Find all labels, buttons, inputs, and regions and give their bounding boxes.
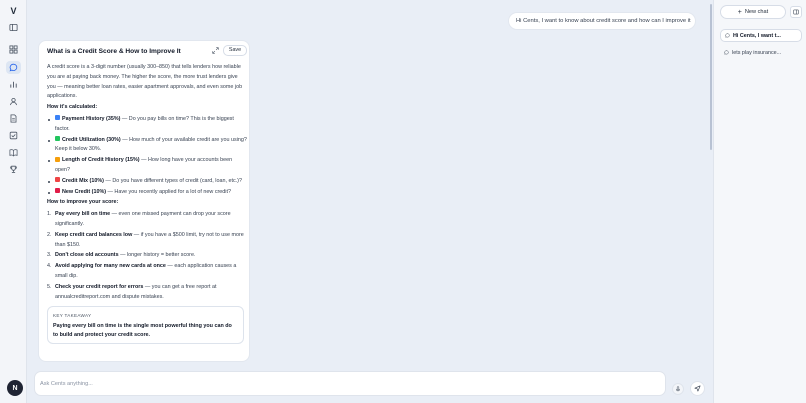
message-input[interactable] [40, 378, 600, 390]
book-icon [9, 149, 18, 157]
expand-button[interactable] [210, 45, 221, 56]
tip-label: Keep credit card balances low [55, 231, 133, 238]
factor-label: Payment History (35%) [62, 115, 121, 122]
user-message-bubble: Hi Cents, I want to know about credit sc… [508, 12, 696, 30]
color-swatch [55, 136, 60, 142]
chat-history-label: lets play insurance... [732, 49, 782, 56]
send-icon [694, 385, 701, 392]
user-icon [10, 97, 17, 106]
sidebar-toggle-icon [9, 23, 18, 32]
color-swatch [55, 115, 60, 121]
list-item: Payment History (35%) — Do you pay bills… [47, 115, 247, 135]
calc-heading: How it's calculated: [47, 104, 98, 111]
chat-bubble-icon [724, 50, 729, 55]
chat-history-panel: + New chat Hi Cents, I want t... lets pl… [713, 0, 806, 403]
list-item: 4. Avoid applying for many new cards at o… [47, 262, 247, 282]
nav-analytics[interactable] [6, 78, 21, 91]
expand-icon [212, 47, 219, 54]
factor-label: Credit Mix (10%) [62, 177, 104, 184]
tip-number: 3. [47, 252, 52, 259]
nav-dashboard[interactable] [6, 43, 21, 56]
list-item: 2. Keep credit card balances low — if you… [47, 231, 247, 251]
takeaway-label: KEY TAKEAWAY [53, 313, 92, 319]
nav-profile[interactable] [6, 95, 21, 108]
tip-text: — longer history = better score. [118, 252, 196, 259]
tip-label: Avoid applying for many new cards at onc… [55, 263, 166, 270]
avatar[interactable]: N [7, 380, 23, 396]
factor-text: — Have you recently applied for a lot of… [106, 188, 231, 195]
new-chat-label: New chat [744, 9, 769, 15]
new-chat-button[interactable]: + New chat [720, 5, 786, 19]
factor-list: Payment History (35%) — Do you pay bills… [47, 115, 247, 197]
chat-icon [9, 63, 18, 72]
chat-history-item[interactable]: Hi Cents, I want t... [720, 29, 802, 42]
factor-text: — Do you have different types of credit … [103, 177, 242, 184]
trophy-icon [10, 165, 17, 173]
tips-list: 1. Pay every bill on time — even one miss… [47, 210, 247, 302]
color-swatch [55, 156, 60, 162]
color-swatch [55, 177, 60, 183]
nav-tasks[interactable] [6, 129, 21, 142]
grid-icon [9, 45, 18, 54]
microphone-icon [676, 386, 680, 392]
card-title: What is a Credit Score & How to Improve … [47, 48, 181, 55]
color-swatch [55, 188, 60, 194]
tip-number: 5. [47, 283, 52, 290]
sidebar-toggle-button[interactable] [6, 21, 21, 34]
factor-label: Credit Utilization (30%) [62, 136, 121, 143]
list-item: Credit Mix (10%) — Do you have different… [47, 177, 247, 187]
panel-icon [793, 9, 799, 15]
nav-achievements[interactable] [6, 163, 21, 176]
tip-label: Pay every bill on time [55, 211, 111, 218]
list-item: 1. Pay every bill on time — even one miss… [47, 210, 247, 230]
factor-label: New Credit (10%) [62, 188, 107, 195]
panel-toggle-button[interactable] [790, 6, 802, 18]
save-button[interactable]: Save [223, 45, 247, 56]
list-item: 5. Check your credit report for errors — … [47, 283, 247, 303]
nav-learn[interactable] [6, 146, 21, 159]
list-item: 3. Don't close old accounts — longer hist… [47, 251, 247, 261]
tip-number: 1. [47, 211, 52, 218]
tip-number: 4. [47, 263, 52, 270]
message-composer [34, 371, 666, 396]
list-item: Length of Credit History (15%) — How lon… [47, 156, 247, 176]
factor-label: Length of Credit History (15%) [62, 157, 140, 164]
card-body: A credit score is a 3-digit number (usua… [47, 63, 247, 345]
nav-chat[interactable] [6, 61, 21, 74]
assistant-response-card: What is a Credit Score & How to Improve … [38, 40, 250, 362]
takeaway-text: Paying every bill on time is the single … [53, 323, 232, 338]
tip-number: 2. [47, 231, 52, 238]
list-item: Credit Utilization (30%) — How much of y… [47, 136, 247, 156]
improve-heading: How to improve your score: [47, 199, 119, 206]
app-logo[interactable]: V [0, 6, 27, 16]
document-icon [10, 114, 17, 123]
key-takeaway-box: KEY TAKEAWAY Paying every bill on time i… [47, 306, 244, 345]
left-rail: V N [0, 0, 27, 403]
send-button[interactable] [690, 381, 705, 396]
tip-label: Don't close old accounts [55, 252, 119, 259]
list-item: New Credit (10%) — Have you recently app… [47, 188, 247, 198]
chat-bubble-icon [725, 33, 730, 38]
intro-paragraph: A credit score is a 3-digit number (usua… [47, 64, 243, 100]
nav-documents[interactable] [6, 112, 21, 125]
chat-history-label: Hi Cents, I want t... [733, 32, 781, 39]
checklist-icon [9, 131, 18, 140]
tip-label: Check your credit report for errors [55, 283, 144, 290]
voice-input-button[interactable] [672, 383, 684, 395]
plus-icon: + [737, 8, 742, 16]
scrollbar-thumb[interactable] [710, 4, 712, 150]
chat-history-item[interactable]: lets play insurance... [720, 46, 802, 59]
bar-chart-icon [10, 81, 17, 88]
